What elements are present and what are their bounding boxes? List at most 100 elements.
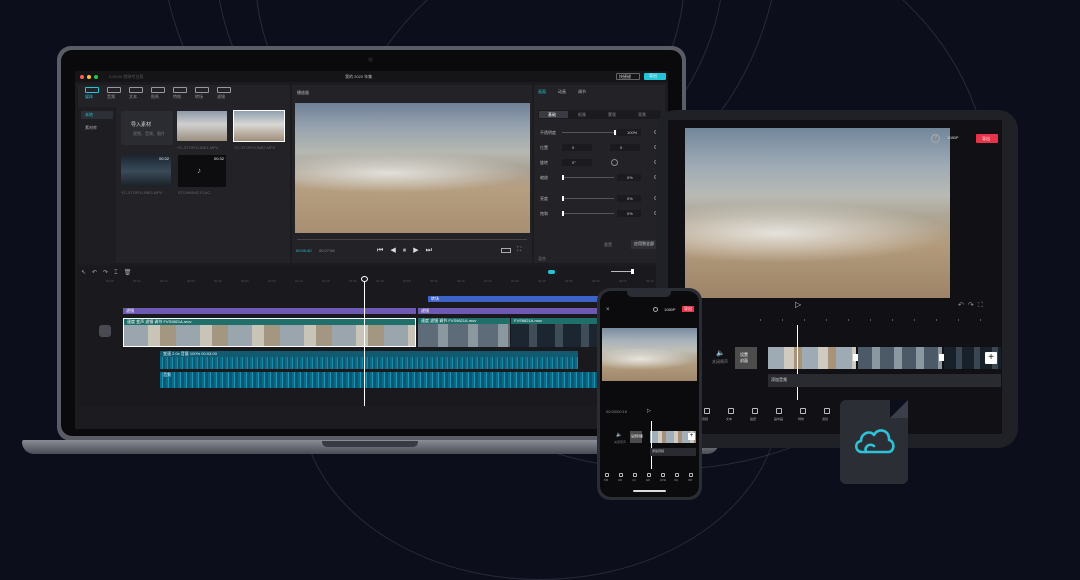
media-tab-1[interactable]: 音频 bbox=[107, 95, 115, 99]
transition-marker[interactable] bbox=[853, 354, 858, 361]
tablet-tool-5[interactable]: 滤镜 bbox=[822, 418, 828, 421]
play-icon[interactable]: ▷ bbox=[647, 408, 651, 414]
phone-resolution[interactable]: 1080P bbox=[664, 308, 676, 312]
tablet-tool-1[interactable]: 文本 bbox=[726, 418, 732, 421]
prop-slider-thumb-5[interactable] bbox=[562, 211, 564, 216]
undo-icon[interactable]: ↶ bbox=[958, 302, 968, 309]
zoom-thumb[interactable] bbox=[631, 269, 634, 274]
media-tab-3[interactable]: 贴纸 bbox=[151, 95, 159, 99]
prop-value-3[interactable]: 0% bbox=[617, 174, 641, 181]
prop-slider-thumb-4[interactable] bbox=[562, 196, 564, 201]
tablet-resolution[interactable]: 1080P bbox=[947, 136, 959, 140]
tablet-clip-1[interactable] bbox=[768, 347, 856, 369]
split-icon[interactable]: ⌶ bbox=[114, 270, 124, 276]
close-icon[interactable]: × bbox=[606, 307, 610, 313]
step-forward-icon[interactable]: ▶ bbox=[413, 247, 425, 254]
media-tab-icon[interactable] bbox=[85, 87, 99, 93]
media-thumb-3[interactable]: 00:32 bbox=[121, 155, 171, 187]
tablet-cover[interactable]: 设置 封面 bbox=[735, 347, 757, 369]
pause-icon[interactable]: ⏸ bbox=[403, 247, 414, 254]
tablet-tool-0[interactable]: 音频 bbox=[702, 418, 708, 421]
phone-tool-2[interactable]: 文本 bbox=[632, 480, 636, 482]
phone-tool-3[interactable]: 贴纸 bbox=[646, 480, 650, 482]
media-tab-2[interactable]: 文本 bbox=[129, 95, 137, 99]
redo-icon[interactable]: ↷ bbox=[968, 302, 978, 309]
phone-cover[interactable]: 设置封面 bbox=[630, 431, 643, 443]
prop-slider-5[interactable] bbox=[562, 213, 614, 214]
media-tab-6[interactable]: 滤镜 bbox=[217, 95, 225, 99]
maximize-window-button[interactable] bbox=[94, 75, 98, 79]
inspector-tab-2[interactable]: 调节 bbox=[578, 90, 586, 94]
phone-tool-icon[interactable] bbox=[675, 473, 679, 477]
tablet-clip-2[interactable] bbox=[858, 347, 942, 369]
tablet-tool-icon[interactable] bbox=[824, 408, 830, 414]
inspector-tab-0[interactable]: 画面 bbox=[538, 90, 546, 94]
tablet-tool-3[interactable]: 画中画 bbox=[774, 418, 783, 421]
cover-button[interactable] bbox=[99, 325, 111, 337]
phone-add-audio[interactable]: 添加音频 bbox=[650, 448, 696, 456]
rotation-field[interactable]: 0° bbox=[562, 159, 592, 166]
import-tile[interactable]: 导入素材 视频、音频、图片 bbox=[121, 111, 173, 145]
player-progress[interactable] bbox=[297, 239, 527, 240]
nav-local[interactable]: 本地 bbox=[81, 111, 113, 119]
play-icon[interactable]: ▷ bbox=[795, 300, 801, 309]
prop-value-5[interactable]: 0% bbox=[617, 210, 641, 217]
help-icon[interactable] bbox=[653, 307, 658, 312]
tablet-tool-icon[interactable] bbox=[704, 408, 710, 414]
link-toggle[interactable] bbox=[548, 270, 555, 274]
close-window-button[interactable] bbox=[80, 75, 84, 79]
media-tab-icon[interactable] bbox=[129, 87, 143, 93]
inspector-subtab-3[interactable]: 背景 bbox=[629, 111, 658, 118]
phone-export-button[interactable]: 导出 bbox=[682, 306, 694, 312]
redo-icon[interactable]: ↷ bbox=[103, 270, 114, 276]
tablet-tool-4[interactable]: 特效 bbox=[798, 418, 804, 421]
ratio-icon[interactable] bbox=[501, 248, 511, 253]
phone-tool-4[interactable]: 画中画 bbox=[660, 480, 666, 482]
tablet-add-audio[interactable]: 添加音频 bbox=[768, 374, 1001, 387]
media-tab-5[interactable]: 转场 bbox=[195, 95, 203, 99]
media-tab-icon[interactable] bbox=[173, 87, 187, 93]
phone-tool-icon[interactable] bbox=[661, 473, 665, 477]
inspector-subtab-2[interactable]: 蒙版 bbox=[599, 111, 628, 118]
inspector-subtab-1[interactable]: 抠像 bbox=[569, 111, 598, 118]
fullscreen-icon[interactable]: ⛶ bbox=[978, 302, 987, 309]
prop-slider-thumb-3[interactable] bbox=[562, 175, 564, 180]
prop-slider-0[interactable] bbox=[562, 132, 614, 133]
prop-slider-thumb-0[interactable] bbox=[614, 130, 616, 135]
phone-tool-icon[interactable] bbox=[605, 473, 609, 477]
media-thumb-4[interactable]: 00:32 ♪ bbox=[178, 155, 226, 187]
prop-value-4[interactable]: 0% bbox=[617, 195, 641, 202]
nav-library[interactable]: 素材库 bbox=[81, 126, 97, 130]
filter-bar[interactable]: 滤镜 bbox=[123, 308, 416, 314]
zoom-slider[interactable] bbox=[611, 271, 633, 272]
phone-tool-1[interactable]: 音频 bbox=[618, 480, 622, 482]
playhead[interactable] bbox=[364, 278, 365, 406]
inspector-subtab-0[interactable]: 基础 bbox=[539, 111, 568, 118]
tablet-tool-icon[interactable] bbox=[800, 408, 806, 414]
export-button[interactable]: 导出 bbox=[644, 73, 666, 80]
speaker-icon[interactable]: 🔈 bbox=[716, 349, 725, 357]
media-thumb-1[interactable] bbox=[177, 111, 227, 141]
position-x-field[interactable]: 0 bbox=[562, 144, 592, 151]
fullscreen-icon[interactable]: ⛶ bbox=[517, 247, 521, 254]
tablet-tool-icon[interactable] bbox=[776, 408, 782, 414]
position-y-field[interactable]: 0 bbox=[610, 144, 640, 151]
prop-slider-4[interactable] bbox=[562, 198, 614, 199]
media-tab-4[interactable]: 特效 bbox=[173, 95, 181, 99]
phone-tool-icon[interactable] bbox=[633, 473, 637, 477]
transition-marker[interactable] bbox=[939, 354, 944, 361]
media-tab-icon[interactable] bbox=[217, 87, 231, 93]
tablet-tool-2[interactable]: 贴纸 bbox=[750, 418, 756, 421]
reset-button[interactable]: 重置 bbox=[604, 243, 612, 247]
prop-value-0[interactable]: 100% bbox=[617, 129, 641, 136]
prop-slider-3[interactable] bbox=[562, 177, 614, 178]
plus-icon[interactable]: + bbox=[985, 352, 997, 364]
skip-back-icon[interactable]: ⏮ bbox=[377, 247, 390, 254]
phone-tool-6[interactable]: 滤镜 bbox=[688, 480, 692, 482]
media-tab-icon[interactable] bbox=[151, 87, 165, 93]
media-tab-icon[interactable] bbox=[107, 87, 121, 93]
phone-tool-icon[interactable] bbox=[619, 473, 623, 477]
delete-icon[interactable]: 🗑 bbox=[124, 270, 138, 276]
phone-tool-5[interactable]: 特效 bbox=[674, 480, 678, 482]
step-back-icon[interactable]: ◀ bbox=[390, 247, 402, 254]
